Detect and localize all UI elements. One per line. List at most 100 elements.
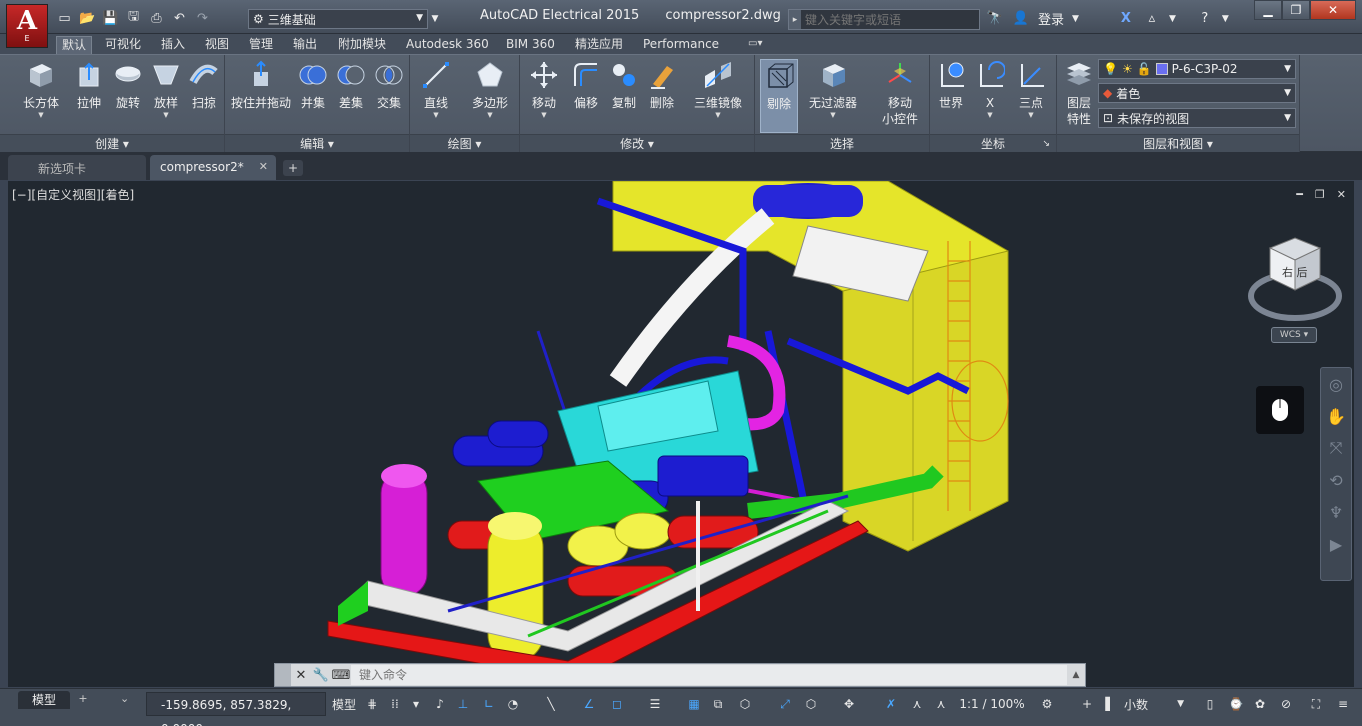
transparency-icon[interactable]: ▦	[684, 692, 704, 716]
ribbon-minimize-icon[interactable]: ▭▾	[748, 38, 762, 49]
wrench-icon[interactable]: 🔧	[311, 664, 331, 686]
close-button[interactable]: ✕	[1310, 0, 1356, 20]
annotation-scale-icon[interactable]: ⋏	[930, 692, 952, 716]
qat-customize-button[interactable]: ▼	[429, 9, 441, 29]
hardware-acceleration-icon[interactable]: ⊘	[1276, 692, 1296, 716]
infer-constraints-icon[interactable]: ♪	[430, 692, 450, 716]
dialog-launcher-icon[interactable]: ↘	[1042, 135, 1050, 153]
save-icon[interactable]: 💾	[100, 9, 121, 27]
tab-featured-apps[interactable]: 精选应用	[570, 36, 628, 54]
command-prompt-icon[interactable]: ⌨	[331, 664, 351, 686]
loft-button[interactable]: 放样 ▼	[148, 59, 184, 129]
chevron-down-icon[interactable]: ▼	[1169, 14, 1176, 24]
isodraft-icon[interactable]: ╲	[540, 692, 562, 716]
binoculars-icon[interactable]: 🔭	[986, 10, 1004, 28]
panel-title-create[interactable]: 创建 ▾	[0, 134, 224, 152]
named-view-select[interactable]: ⊡ 未保存的视图 ▼	[1098, 108, 1296, 128]
tab-new-tab[interactable]: 新选项卡	[8, 155, 146, 180]
walk-icon[interactable]: ♆	[1321, 496, 1351, 528]
chevron-down-icon[interactable]: ⌄	[120, 692, 129, 705]
dynamic-ucs-icon[interactable]: ⤢	[774, 692, 796, 716]
close-icon[interactable]: ✕	[1337, 188, 1346, 201]
workspace-select[interactable]: ⚙ 三维基础 ▼	[248, 9, 428, 29]
annotation-monitor-icon[interactable]: +	[1076, 692, 1098, 716]
selection-filter-icon[interactable]: ⬡	[800, 692, 822, 716]
new-icon[interactable]: ▭	[54, 9, 75, 27]
plot-icon[interactable]: ⎙	[146, 9, 167, 27]
move-gizmo-button[interactable]: 移动 小控件	[875, 59, 925, 129]
add-layout-icon[interactable]: +	[74, 692, 92, 706]
clean-screen-icon[interactable]: ⛶	[1306, 692, 1326, 716]
minimize-icon[interactable]: ━	[1296, 188, 1303, 201]
erase-button[interactable]: 删除	[644, 59, 680, 129]
polygon-button[interactable]: 多边形 ▼	[466, 59, 514, 129]
object-snap-tracking-icon[interactable]: ∠	[578, 692, 600, 716]
ucs-3point-button[interactable]: 三点 ▼	[1012, 59, 1050, 129]
full-navigation-wheel-icon[interactable]: ◎	[1321, 368, 1351, 400]
minimize-button[interactable]: ▁	[1254, 0, 1282, 20]
restore-icon[interactable]: ❐	[1315, 188, 1325, 201]
drag-handle[interactable]	[275, 664, 291, 686]
search-box[interactable]: ▸	[788, 9, 980, 30]
panel-title-layers-views[interactable]: 图层和视图 ▾	[1057, 134, 1299, 152]
wcs-menu[interactable]: WCS ▾	[1271, 327, 1317, 343]
move-button[interactable]: 移动 ▼	[524, 59, 564, 129]
restore-button[interactable]: ❐	[1282, 0, 1310, 20]
polar-tracking-icon[interactable]: ◔	[502, 692, 524, 716]
login-link[interactable]: 登录	[1038, 9, 1064, 28]
new-tab-button[interactable]: +	[283, 160, 303, 176]
layer-select[interactable]: 💡 ☀ 🔓 P-6-C3P-02 ▼	[1098, 59, 1296, 79]
undo-icon[interactable]: ↶	[169, 9, 190, 27]
collapse-arrow-icon[interactable]: ▸	[789, 10, 801, 29]
revolve-button[interactable]: 旋转	[110, 59, 146, 129]
offset-button[interactable]: 偏移	[568, 59, 604, 129]
tab-insert[interactable]: 插入	[156, 36, 190, 54]
close-icon[interactable]: ✕	[291, 664, 311, 686]
panel-title-edit[interactable]: 编辑 ▾	[225, 134, 409, 152]
pan-hand-icon[interactable]: ✋	[1321, 400, 1351, 432]
culling-button[interactable]: 剔除	[760, 59, 798, 133]
ucs-x-button[interactable]: X ▼	[972, 59, 1008, 129]
union-button[interactable]: 并集	[295, 59, 331, 129]
visual-style-select[interactable]: ◆ 着色 ▼	[1098, 83, 1296, 103]
tab-performance[interactable]: Performance	[638, 36, 724, 54]
intersect-button[interactable]: 交集	[371, 59, 407, 129]
model-space-button[interactable]: 模型	[330, 692, 358, 716]
annotation-scale-select[interactable]: 1:1 / 100%	[956, 692, 1028, 716]
dynamic-input-icon[interactable]: ⊥	[452, 692, 474, 716]
grid-icon[interactable]: ⋕	[362, 692, 382, 716]
tab-compressor2[interactable]: compressor2* ✕	[150, 155, 276, 180]
tab-autodesk360[interactable]: Autodesk 360	[401, 36, 494, 54]
isolate-objects-icon[interactable]: ✿	[1250, 692, 1270, 716]
coordinates-readout[interactable]: -159.8695, 857.3829, 0.0000	[146, 692, 326, 726]
mirror3d-button[interactable]: 三维镜像 ▼	[688, 59, 748, 129]
quick-properties-icon[interactable]: ▯	[1200, 692, 1220, 716]
redo-icon[interactable]: ↷	[192, 9, 213, 27]
close-icon[interactable]: ✕	[259, 160, 268, 173]
tab-default[interactable]: 默认	[56, 36, 93, 54]
layer-properties-button[interactable]: 图层 特性	[1061, 59, 1097, 129]
copy-button[interactable]: 复制	[606, 59, 642, 129]
tab-output[interactable]: 输出	[288, 36, 322, 54]
open-icon[interactable]: 📂	[77, 9, 98, 27]
a360-icon[interactable]: ▵	[1143, 10, 1161, 28]
showmotion-icon[interactable]: ▶	[1321, 528, 1351, 560]
exchange-apps-icon[interactable]: X	[1117, 10, 1135, 28]
object-snap-icon[interactable]: ◻	[606, 692, 628, 716]
chevron-up-icon[interactable]: ▲	[1067, 664, 1085, 686]
zoom-extents-icon[interactable]: ⤧	[1321, 432, 1351, 464]
steering-wheel-button[interactable]	[1256, 386, 1304, 434]
subtract-button[interactable]: 差集	[333, 59, 369, 129]
panel-title-coordinates[interactable]: 坐标 ↘	[930, 134, 1056, 152]
tab-addins[interactable]: 附加模块	[333, 36, 391, 54]
chevron-down-icon[interactable]: ▼	[1072, 14, 1079, 24]
selection-cycling-icon[interactable]: ⧉	[708, 692, 728, 716]
lineweight-icon[interactable]: ☰	[644, 692, 666, 716]
tab-manage[interactable]: 管理	[244, 36, 278, 54]
sweep-button[interactable]: 扫掠	[186, 59, 222, 129]
saveas-icon[interactable]: 🖫	[123, 9, 144, 27]
auto-scale-icon[interactable]: ⋏	[906, 692, 928, 716]
drawing-viewport[interactable]: [−][自定义视图][着色] ━ ❐ ✕ 右 后 WCS ▾ ◎ ✋ ⤧ ⟲ ♆…	[8, 181, 1354, 687]
presspull-button[interactable]: 按住并拖动	[229, 59, 293, 129]
line-button[interactable]: 直线 ▼	[416, 59, 456, 129]
